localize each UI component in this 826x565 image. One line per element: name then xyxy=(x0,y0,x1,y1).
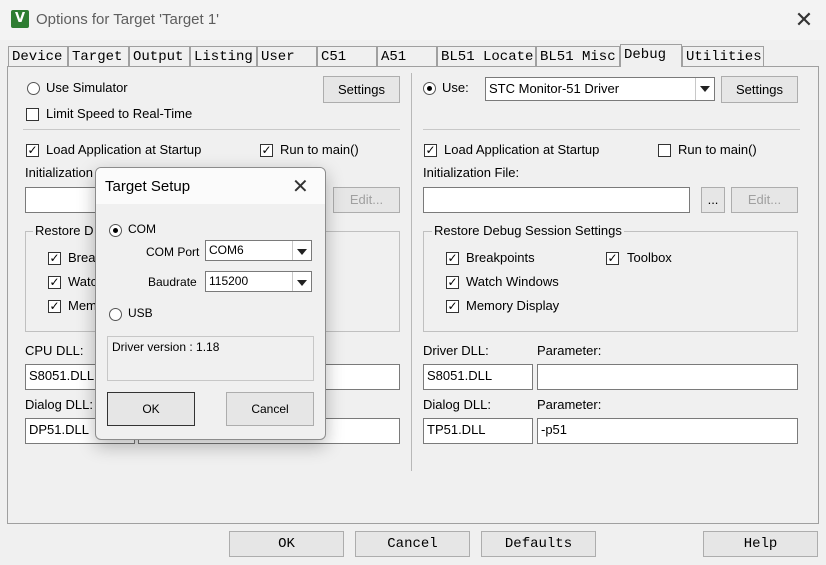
right-run-to-main-label: Run to main() xyxy=(678,142,757,157)
com-port-value: COM6 xyxy=(209,243,244,257)
right-breakpoints-label: Breakpoints xyxy=(466,250,535,265)
left-watch-label: Watc xyxy=(68,274,98,289)
tab-c51[interactable]: C51 xyxy=(317,46,377,66)
simulator-settings-button[interactable]: Settings xyxy=(323,76,400,103)
tab-target[interactable]: Target xyxy=(68,46,129,66)
driver-select-value: STC Monitor-51 Driver xyxy=(489,81,620,96)
browse-button[interactable]: ... xyxy=(701,187,725,213)
right-dialog-dll-input[interactable]: TP51.DLL xyxy=(423,418,533,444)
chevron-down-icon[interactable] xyxy=(292,241,311,260)
left-separator xyxy=(23,129,400,130)
ok-button[interactable]: OK xyxy=(229,531,344,557)
use-driver-label: Use: xyxy=(442,80,469,95)
dialog-param-input[interactable]: -p51 xyxy=(537,418,798,444)
left-breakpoints-checkbox[interactable]: ✓ xyxy=(48,252,61,265)
tab-utilities[interactable]: Utilities xyxy=(682,46,764,66)
baudrate-value: 115200 xyxy=(209,274,249,288)
limit-speed-checkbox[interactable] xyxy=(26,108,39,121)
right-separator xyxy=(423,129,800,130)
tab-debug[interactable]: Debug xyxy=(620,44,682,67)
right-restore-title: Restore Debug Session Settings xyxy=(432,223,624,238)
right-memory-label: Memory Display xyxy=(466,298,560,313)
limit-speed-label: Limit Speed to Real-Time xyxy=(46,106,193,121)
tab-user[interactable]: User xyxy=(257,46,317,66)
left-restore-title: Restore D xyxy=(33,223,96,238)
tab-listing[interactable]: Listing xyxy=(190,46,257,66)
left-init-file-label: Initialization xyxy=(25,165,93,180)
toolbox-label: Toolbox xyxy=(627,250,672,265)
defaults-button[interactable]: Defaults xyxy=(481,531,596,557)
right-watch-label: Watch Windows xyxy=(466,274,559,289)
left-watch-checkbox[interactable]: ✓ xyxy=(48,276,61,289)
baudrate-select[interactable]: 115200 xyxy=(205,271,312,292)
tab-a51[interactable]: A51 xyxy=(377,46,437,66)
driver-dll-label: Driver DLL: xyxy=(423,343,489,358)
dialog-title-bar: Target Setup ✕ xyxy=(96,168,325,204)
right-memory-checkbox[interactable]: ✓ xyxy=(446,300,459,313)
use-simulator-label: Use Simulator xyxy=(46,80,128,95)
tab-device[interactable]: Device xyxy=(8,46,68,66)
dialog-title: Target Setup xyxy=(105,178,191,195)
target-setup-dialog: Target Setup ✕ COM COM Port COM6 Baudrat… xyxy=(95,167,326,440)
right-load-app-checkbox[interactable]: ✓ xyxy=(424,144,437,157)
chevron-down-icon[interactable] xyxy=(292,272,311,291)
tab-output[interactable]: Output xyxy=(129,46,190,66)
right-watch-checkbox[interactable]: ✓ xyxy=(446,276,459,289)
right-dialog-dll-label: Dialog DLL: xyxy=(423,397,491,412)
tab-bl51-locate[interactable]: BL51 Locate xyxy=(437,46,536,66)
cancel-button[interactable]: Cancel xyxy=(355,531,470,557)
cpu-dll-label: CPU DLL: xyxy=(25,343,84,358)
dialog-parameter-label: Parameter: xyxy=(537,397,602,412)
right-load-app-label: Load Application at Startup xyxy=(444,142,600,157)
tab-bl51-misc[interactable]: BL51 Misc xyxy=(536,46,620,66)
driver-settings-button[interactable]: Settings xyxy=(721,76,798,103)
com-radio[interactable] xyxy=(109,224,122,237)
right-breakpoints-checkbox[interactable]: ✓ xyxy=(446,252,459,265)
left-load-app-checkbox[interactable]: ✓ xyxy=(26,144,39,157)
right-init-file-input[interactable] xyxy=(423,187,690,213)
help-button[interactable]: Help xyxy=(703,531,818,557)
baudrate-label: Baudrate xyxy=(148,275,197,289)
use-simulator-radio[interactable] xyxy=(27,82,40,95)
dialog-cancel-button[interactable]: Cancel xyxy=(226,392,314,426)
driver-select[interactable]: STC Monitor-51 Driver xyxy=(485,77,715,101)
keil-uvision-icon: V xyxy=(11,10,29,28)
window-title: Options for Target 'Target 1' xyxy=(36,11,220,28)
driver-version-box: Driver version : 1.18 xyxy=(107,336,314,381)
right-edit-button[interactable]: Edit... xyxy=(731,187,798,213)
left-edit-button[interactable]: Edit... xyxy=(333,187,400,213)
usb-label: USB xyxy=(128,306,153,320)
left-run-to-main-checkbox[interactable]: ✓ xyxy=(260,144,273,157)
driver-param-input[interactable] xyxy=(537,364,798,390)
driver-parameter-label: Parameter: xyxy=(537,343,602,358)
right-run-to-main-checkbox[interactable] xyxy=(658,144,671,157)
dialog-close-icon[interactable]: ✕ xyxy=(292,174,309,199)
left-memory-label: Mem xyxy=(68,298,97,313)
use-driver-radio[interactable] xyxy=(423,82,436,95)
left-run-to-main-label: Run to main() xyxy=(280,142,359,157)
left-breakpoints-label: Brea xyxy=(68,250,96,265)
panel-divider xyxy=(411,73,412,471)
usb-radio[interactable] xyxy=(109,308,122,321)
chevron-down-icon[interactable] xyxy=(695,78,714,100)
com-port-label: COM Port xyxy=(146,245,200,259)
toolbox-checkbox[interactable]: ✓ xyxy=(606,252,619,265)
left-dialog-dll-label: Dialog DLL: xyxy=(25,397,93,412)
right-init-file-label: Initialization File: xyxy=(423,165,520,180)
title-bar: V Options for Target 'Target 1' ✕ xyxy=(0,0,826,40)
dialog-ok-button[interactable]: OK xyxy=(107,392,195,426)
left-memory-checkbox[interactable]: ✓ xyxy=(48,300,61,313)
com-port-select[interactable]: COM6 xyxy=(205,240,312,261)
close-window-button[interactable]: ✕ xyxy=(788,6,820,34)
com-label: COM xyxy=(128,222,156,236)
driver-dll-input[interactable]: S8051.DLL xyxy=(423,364,533,390)
left-load-app-label: Load Application at Startup xyxy=(46,142,202,157)
